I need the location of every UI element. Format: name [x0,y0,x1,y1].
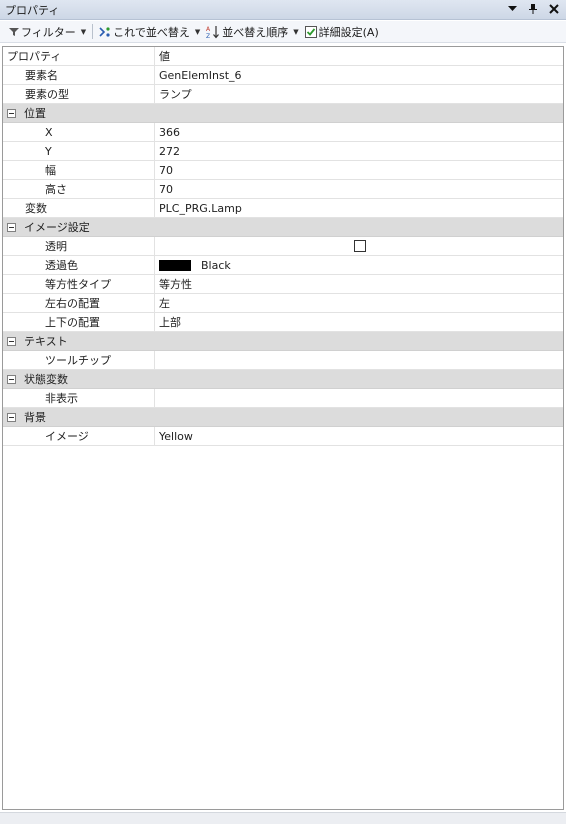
svg-text:Z: Z [206,33,210,39]
value-column-header: 値 [159,50,170,63]
property-value[interactable] [155,389,563,407]
property-row-isotropy-type[interactable]: 等方性タイプ 等方性 [3,275,563,294]
collapse-icon[interactable] [7,336,16,346]
property-name: 等方性タイプ [3,275,155,293]
property-name: Y [3,142,155,160]
property-row-width[interactable]: 幅 70 [3,161,563,180]
filter-icon [9,27,19,36]
category-row-position[interactable]: 位置 [3,104,563,123]
property-value[interactable]: 366 [155,123,563,141]
category-label: 状態変数 [24,373,68,386]
titlebar-controls [506,2,560,16]
sort-by-button[interactable]: これで並べ替え ▼ [96,22,203,42]
sort-by-label: これで並べ替え [113,25,190,39]
collapse-icon[interactable] [7,222,16,232]
collapse-icon[interactable] [7,412,16,422]
collapse-icon[interactable] [7,374,16,384]
category-header: 背景 [3,408,46,426]
property-column-header: プロパティ [3,47,155,65]
property-value[interactable]: PLC_PRG.Lamp [155,199,563,217]
property-grid: プロパティ 値 要素名 GenElemInst_6 要素の型 ランプ 位置 X … [2,46,564,810]
properties-toolbar: フィルター ▼ これで並べ替え ▼ AZ 並べ替え順序 ▼ 詳細設定(A) [0,21,566,43]
category-row-text[interactable]: テキスト [3,332,563,351]
color-name: Black [201,258,231,272]
property-row-y[interactable]: Y 272 [3,142,563,161]
filter-button[interactable]: フィルター ▼ [6,22,89,42]
property-name: 上下の配置 [3,313,155,331]
svg-text:A: A [206,26,211,33]
close-icon[interactable] [548,2,560,16]
checkbox-checked-icon [304,25,317,38]
category-header: テキスト [3,332,68,350]
property-name: 左右の配置 [3,294,155,312]
property-value[interactable]: 上部 [155,313,563,331]
advanced-settings-toggle[interactable]: 詳細設定(A) [302,22,382,42]
sort-order-label: 並べ替え順序 [222,25,289,39]
filter-label: フィルター [21,25,76,39]
category-row-image-settings[interactable]: イメージ設定 [3,218,563,237]
property-name: 透明 [3,237,155,255]
category-label: 位置 [24,107,46,120]
sort-az-icon: AZ [206,25,220,39]
property-row-x[interactable]: X 366 [3,123,563,142]
property-value[interactable]: ランプ [155,85,563,103]
toolbar-separator [92,24,94,39]
category-label: テキスト [24,335,68,348]
property-value[interactable]: 等方性 [155,275,563,293]
property-row-transparent-color[interactable]: 透過色 Black [3,256,563,275]
category-header: 状態変数 [3,370,68,388]
chevron-down-icon: ▼ [194,27,201,36]
property-name: 非表示 [3,389,155,407]
property-name: 幅 [3,161,155,179]
property-name: X [3,123,155,141]
collapse-icon[interactable] [7,108,16,118]
property-value [155,237,563,255]
panel-titlebar: プロパティ [0,0,566,20]
category-header: イメージ設定 [3,218,90,236]
property-row-horizontal-align[interactable]: 左右の配置 左 [3,294,563,313]
property-row-height[interactable]: 高さ 70 [3,180,563,199]
advanced-settings-label: 詳細設定(A) [318,25,379,39]
property-value[interactable]: 左 [155,294,563,312]
property-row-vertical-align[interactable]: 上下の配置 上部 [3,313,563,332]
property-value[interactable]: 272 [155,142,563,160]
property-name: イメージ [3,427,155,445]
property-name: 要素名 [3,66,155,84]
transparent-checkbox[interactable] [354,240,366,252]
sort-order-button[interactable]: AZ 並べ替え順序 ▼ [203,22,301,42]
property-name: 要素の型 [3,85,155,103]
property-value[interactable] [155,351,563,369]
property-name: 変数 [3,199,155,217]
category-label: 背景 [24,411,46,424]
property-value[interactable]: 70 [155,161,563,179]
grid-header: プロパティ 値 [3,47,563,66]
property-name: ツールチップ [3,351,155,369]
property-value[interactable]: 70 [155,180,563,198]
panel-bottom-edge [0,812,566,824]
color-swatch [159,259,191,271]
category-header: 位置 [3,104,46,122]
property-value[interactable]: Yellow [155,427,563,445]
pin-icon[interactable] [527,2,539,16]
property-row-element-type[interactable]: 要素の型 ランプ [3,85,563,104]
property-value[interactable]: Black [155,256,563,274]
sort-by-icon [99,26,110,37]
property-name: 透過色 [3,256,155,274]
property-row-variable[interactable]: 変数 PLC_PRG.Lamp [3,199,563,218]
property-row-element-name[interactable]: 要素名 GenElemInst_6 [3,66,563,85]
property-row-transparent[interactable]: 透明 [3,237,563,256]
property-row-tooltip[interactable]: ツールチップ [3,351,563,370]
property-value[interactable]: GenElemInst_6 [155,66,563,84]
property-row-invisible[interactable]: 非表示 [3,389,563,408]
property-name: 高さ [3,180,155,198]
chevron-down-icon: ▼ [293,27,299,36]
category-label: イメージ設定 [24,221,90,234]
chevron-down-icon: ▼ [80,27,87,36]
category-row-state-variables[interactable]: 状態変数 [3,370,563,389]
panel-title: プロパティ [5,3,60,17]
category-row-background[interactable]: 背景 [3,408,563,427]
property-row-image[interactable]: イメージ Yellow [3,427,563,446]
window-position-dropdown-icon[interactable] [506,2,518,16]
